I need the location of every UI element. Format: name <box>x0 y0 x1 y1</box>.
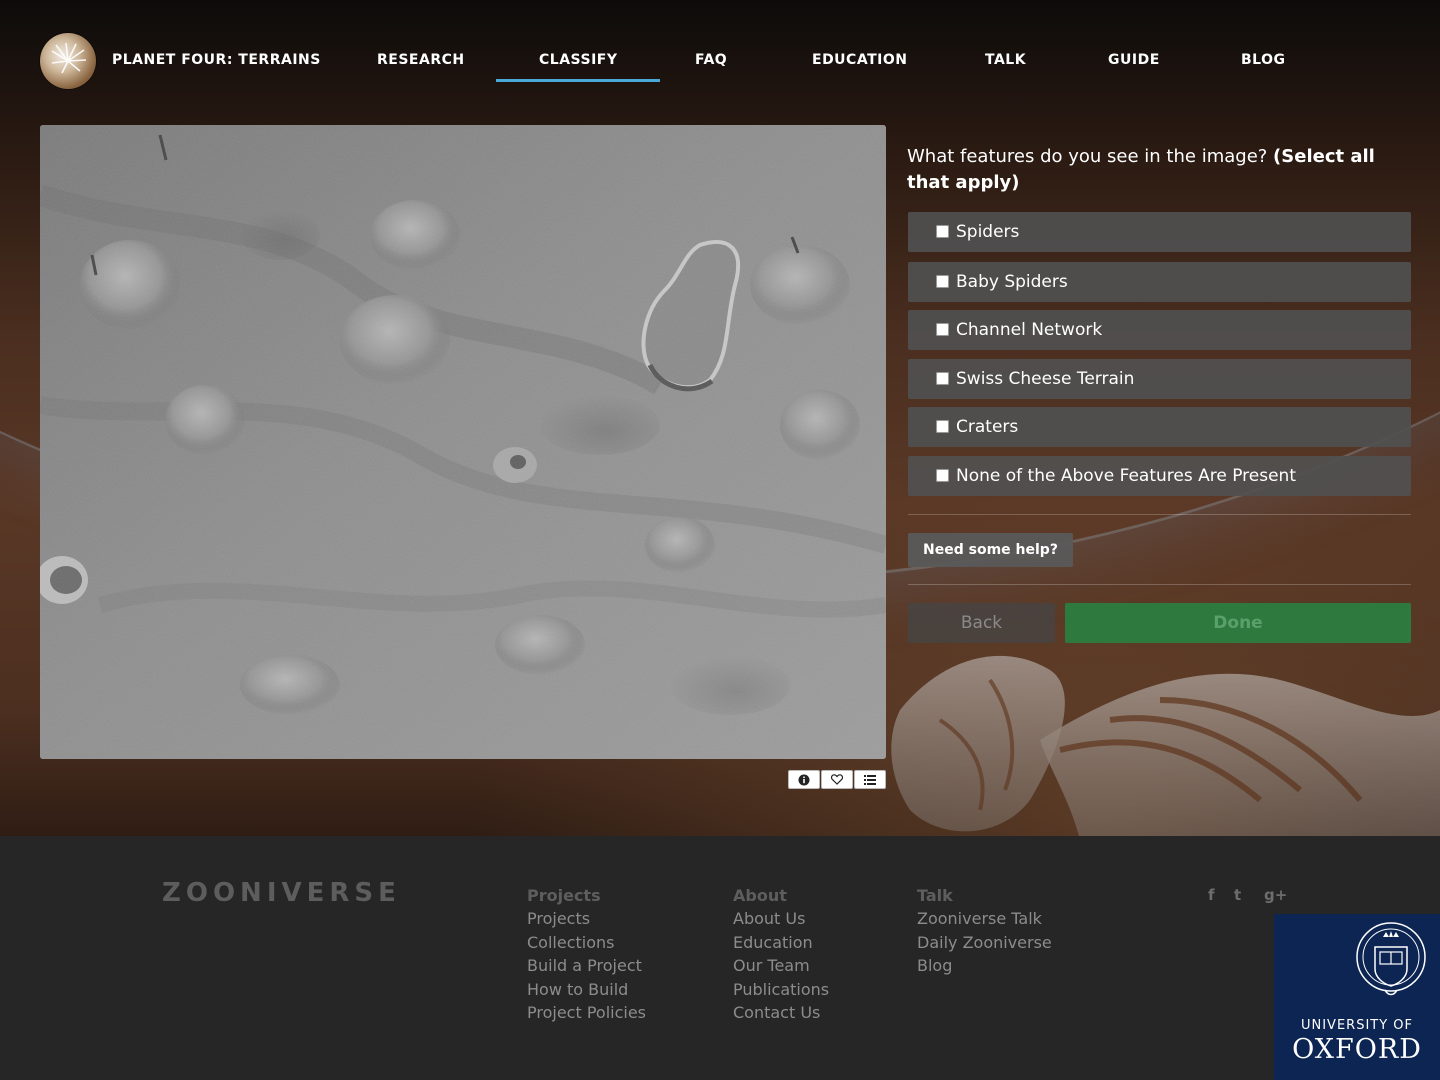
footer-link[interactable]: Education <box>733 931 829 955</box>
oxford-logo[interactable]: UNIVERSITY OF OXFORD <box>1274 914 1440 1080</box>
nav-faq[interactable]: FAQ <box>695 52 727 68</box>
divider <box>908 514 1411 515</box>
zooniverse-logo[interactable]: ZOONIVERSE <box>162 878 401 908</box>
footer: ZOONIVERSE Projects Projects Collections… <box>0 836 1440 1080</box>
nav-research[interactable]: RESEARCH <box>377 52 465 68</box>
checkbox[interactable] <box>936 469 949 482</box>
footer-link[interactable]: Collections <box>527 931 646 955</box>
list-icon <box>864 774 876 785</box>
nav-education[interactable]: EDUCATION <box>812 52 907 68</box>
heart-icon <box>831 774 843 785</box>
footer-link[interactable]: About Us <box>733 907 829 931</box>
nav-blog[interactable]: BLOG <box>1241 52 1286 68</box>
checkbox[interactable] <box>936 225 949 238</box>
spider-logo-icon <box>51 42 87 74</box>
facebook-icon[interactable]: f <box>1208 886 1215 904</box>
need-help-button[interactable]: Need some help? <box>908 533 1073 567</box>
subject-image[interactable] <box>40 125 886 759</box>
collections-button[interactable] <box>854 770 886 789</box>
footer-column-about: About About Us Education Our Team Public… <box>733 884 829 1025</box>
answer-label: Baby Spiders <box>956 272 1068 292</box>
answer-label: Channel Network <box>956 320 1103 340</box>
answer-channel-network[interactable]: Channel Network <box>908 310 1411 350</box>
top-nav: PLANET FOUR: TERRAINS RESEARCH CLASSIFY … <box>0 0 1440 90</box>
answer-label: Swiss Cheese Terrain <box>956 369 1135 389</box>
divider <box>908 584 1411 585</box>
answer-spiders[interactable]: Spiders <box>908 212 1411 252</box>
oxford-line-1: UNIVERSITY OF <box>1300 1018 1414 1033</box>
info-button[interactable] <box>788 770 820 789</box>
nav-talk[interactable]: TALK <box>985 52 1026 68</box>
info-icon <box>798 774 810 785</box>
done-button[interactable]: Done <box>1065 603 1411 643</box>
google-plus-icon[interactable]: g+ <box>1264 886 1287 904</box>
footer-link[interactable]: Zooniverse Talk <box>917 907 1052 931</box>
checkbox[interactable] <box>936 323 949 336</box>
project-logo[interactable] <box>40 33 96 89</box>
footer-heading: About <box>733 886 787 905</box>
checkbox[interactable] <box>936 420 949 433</box>
footer-link[interactable]: Project Policies <box>527 1001 646 1025</box>
answer-baby-spiders[interactable]: Baby Spiders <box>908 262 1411 302</box>
twitter-icon[interactable]: t <box>1234 886 1241 904</box>
nav-guide[interactable]: GUIDE <box>1108 52 1160 68</box>
answer-swiss-cheese-terrain[interactable]: Swiss Cheese Terrain <box>908 359 1411 399</box>
footer-heading: Talk <box>917 886 953 905</box>
answer-craters[interactable]: Craters <box>908 407 1411 447</box>
footer-heading: Projects <box>527 886 601 905</box>
footer-link[interactable]: Publications <box>733 978 829 1002</box>
answer-label: Craters <box>956 417 1019 437</box>
answer-label: None of the Above Features Are Present <box>956 466 1296 486</box>
footer-link[interactable]: Projects <box>527 907 646 931</box>
footer-link[interactable]: How to Build <box>527 978 646 1002</box>
footer-column-talk: Talk Zooniverse Talk Daily Zooniverse Bl… <box>917 884 1052 978</box>
footer-column-projects: Projects Projects Collections Build a Pr… <box>527 884 646 1025</box>
answer-none-of-the-above[interactable]: None of the Above Features Are Present <box>908 456 1411 496</box>
project-title[interactable]: PLANET FOUR: TERRAINS <box>112 52 321 68</box>
task-question: What features do you see in the image? (… <box>907 144 1377 196</box>
footer-link[interactable]: Our Team <box>733 954 829 978</box>
footer-link[interactable]: Build a Project <box>527 954 646 978</box>
footer-link[interactable]: Blog <box>917 954 1052 978</box>
footer-link[interactable]: Contact Us <box>733 1001 829 1025</box>
back-button[interactable]: Back <box>908 603 1055 643</box>
favorite-button[interactable] <box>821 770 853 789</box>
checkbox[interactable] <box>936 372 949 385</box>
nav-classify[interactable]: CLASSIFY <box>495 52 662 82</box>
checkbox[interactable] <box>936 275 949 288</box>
footer-link[interactable]: Daily Zooniverse <box>917 931 1052 955</box>
oxford-line-2: OXFORD <box>1292 1034 1422 1065</box>
answer-label: Spiders <box>956 222 1020 242</box>
mars-terrain-image <box>40 125 886 759</box>
oxford-crest-icon <box>1356 922 1426 996</box>
question-text: What features do you see in the image? <box>907 146 1274 167</box>
